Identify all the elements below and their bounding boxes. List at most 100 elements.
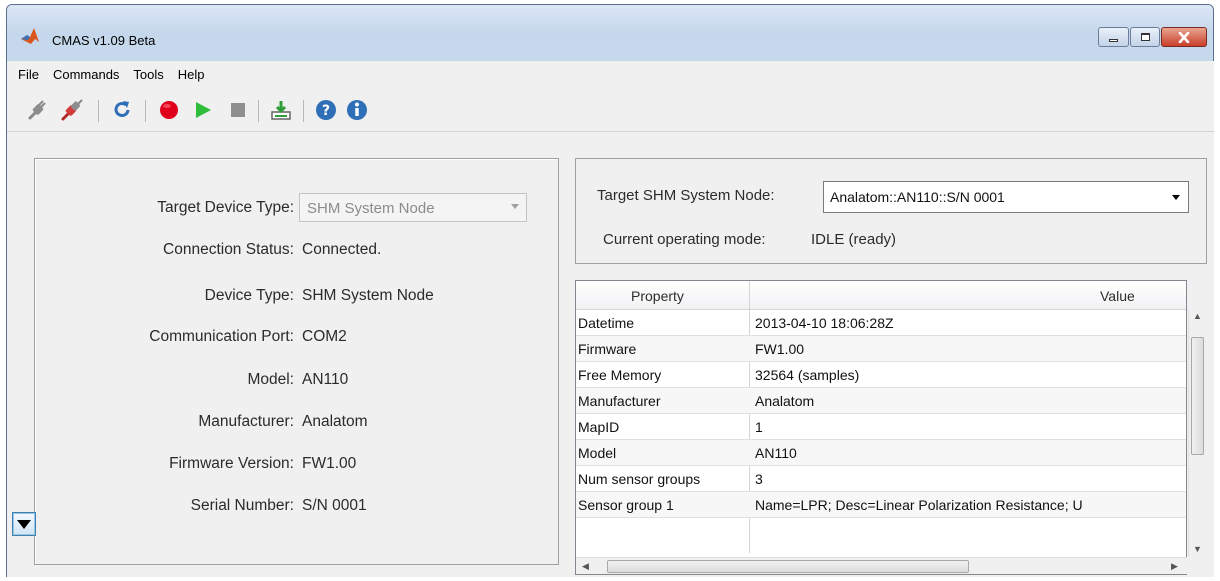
value-cell: Name=LPR; Desc=Linear Polarization Resis… [755, 497, 1083, 513]
table-row[interactable]: Sensor group 1 Name=LPR; Desc=Linear Pol… [576, 492, 1186, 518]
menu-tools[interactable]: Tools [128, 67, 172, 82]
table-row[interactable]: Datetime 2013-04-10 18:06:28Z [576, 310, 1186, 336]
connect-button[interactable] [61, 99, 83, 121]
connect-icon [61, 99, 83, 121]
stop-icon [231, 103, 245, 117]
vertical-scroll-thumb[interactable] [1191, 337, 1204, 455]
close-icon [1178, 31, 1190, 43]
property-cell: Manufacturer [578, 393, 661, 409]
disconnect-icon [28, 100, 46, 120]
play-button[interactable] [192, 99, 214, 121]
property-table: Property Value Datetime 2013-04-10 18:06… [575, 280, 1187, 575]
record-icon [160, 101, 178, 119]
toolbar-separator [145, 100, 146, 122]
table-row[interactable]: Free Memory 32564 (samples) [576, 362, 1186, 388]
chevron-down-icon [511, 204, 519, 209]
vertical-scrollbar[interactable]: ▲ ▼ [1188, 309, 1205, 557]
expand-button[interactable] [12, 512, 36, 536]
window-title: CMAS v1.09 Beta [52, 33, 156, 48]
manufacturer-value: Analatom [302, 413, 368, 430]
stop-button[interactable] [227, 99, 249, 121]
toolbar-separator [258, 100, 259, 122]
toolbar: ? [7, 87, 1214, 132]
value-cell: Analatom [755, 393, 815, 409]
disconnect-button[interactable] [27, 99, 49, 121]
table-row[interactable]: MapID 1 [576, 414, 1186, 440]
scroll-left-icon[interactable]: ◀ [582, 561, 589, 572]
serial-number-label: Serial Number: [190, 497, 294, 514]
device-type-label: Device Type: [204, 287, 294, 304]
model-label: Model: [247, 371, 294, 388]
property-cell: Sensor group 1 [578, 497, 674, 513]
target-node-label: Target SHM System Node: [597, 187, 775, 204]
triangle-down-icon [17, 519, 31, 529]
horizontal-scrollbar[interactable]: ◀ ▶ [576, 557, 1187, 574]
property-cell: MapID [578, 419, 620, 435]
target-node-value: Analatom::AN110::S/N 0001 [830, 189, 1005, 205]
maximize-button[interactable] [1130, 27, 1160, 47]
play-icon [196, 102, 211, 118]
help-button[interactable]: ? [315, 99, 337, 121]
column-header-property[interactable]: Property [631, 288, 684, 304]
refresh-icon [114, 101, 130, 117]
target-device-type-select[interactable]: SHM System Node [299, 193, 527, 222]
manufacturer-label: Manufacturer: [198, 413, 294, 430]
chevron-down-icon [1172, 195, 1180, 200]
scroll-up-icon[interactable]: ▲ [1193, 311, 1202, 321]
record-button[interactable] [158, 99, 180, 121]
property-cell: Num sensor groups [578, 471, 701, 487]
download-icon [271, 101, 291, 120]
horizontal-scroll-thumb[interactable] [607, 560, 969, 573]
communication-port-label: Communication Port: [149, 328, 294, 345]
firmware-version-value: FW1.00 [302, 455, 357, 472]
matlab-icon [21, 28, 39, 44]
menu-bar: File Commands Tools Help [7, 61, 1214, 87]
value-cell: FW1.00 [755, 341, 805, 357]
refresh-button[interactable] [111, 99, 133, 121]
communication-port-value: COM2 [302, 328, 347, 345]
property-cell: Free Memory [578, 367, 662, 383]
target-node-select[interactable]: Analatom::AN110::S/N 0001 [823, 181, 1189, 213]
title-bar [7, 5, 1213, 35]
value-cell: AN110 [755, 445, 797, 461]
model-value: AN110 [302, 371, 349, 388]
column-header-value[interactable]: Value [1100, 288, 1135, 304]
table-header: Property Value [576, 281, 1186, 310]
value-cell: 2013-04-10 18:06:28Z [755, 315, 894, 331]
connection-status-value: Connected. [302, 241, 382, 258]
value-cell: 3 [755, 471, 763, 487]
menu-help[interactable]: Help [173, 67, 214, 82]
operating-mode-value: IDLE (ready) [811, 231, 897, 248]
table-row[interactable]: Firmware FW1.00 [576, 336, 1186, 362]
value-cell: 32564 (samples) [755, 367, 860, 383]
table-row[interactable]: Manufacturer Analatom [576, 388, 1186, 414]
close-button[interactable] [1161, 27, 1207, 47]
toolbar-separator [98, 100, 99, 122]
minimize-icon [1109, 38, 1118, 42]
menu-commands[interactable]: Commands [48, 67, 128, 82]
info-icon [347, 100, 367, 120]
svg-text:?: ? [322, 103, 330, 119]
table-row[interactable]: Model AN110 [576, 440, 1186, 466]
connection-status-label: Connection Status: [163, 241, 294, 258]
minimize-button[interactable] [1098, 27, 1129, 47]
scroll-down-icon[interactable]: ▼ [1193, 544, 1202, 554]
help-icon: ? [316, 100, 336, 120]
serial-number-value: S/N 0001 [302, 497, 367, 514]
property-cell: Firmware [578, 341, 637, 357]
value-cell: 1 [755, 419, 763, 435]
target-device-type-value: SHM System Node [307, 200, 435, 217]
target-device-type-label: Target Device Type: [157, 199, 294, 216]
scroll-right-icon[interactable]: ▶ [1171, 561, 1178, 572]
device-type-value: SHM System Node [302, 287, 434, 304]
download-button[interactable] [270, 99, 292, 121]
table-row[interactable]: Num sensor groups 3 [576, 466, 1186, 492]
firmware-version-label: Firmware Version: [169, 455, 294, 472]
property-cell: Model [578, 445, 617, 461]
menu-file[interactable]: File [13, 67, 48, 82]
restore-icon [1140, 33, 1150, 41]
property-cell: Datetime [578, 315, 635, 331]
info-button[interactable] [346, 99, 368, 121]
operating-mode-label: Current operating mode: [603, 231, 766, 248]
toolbar-separator [303, 100, 304, 122]
